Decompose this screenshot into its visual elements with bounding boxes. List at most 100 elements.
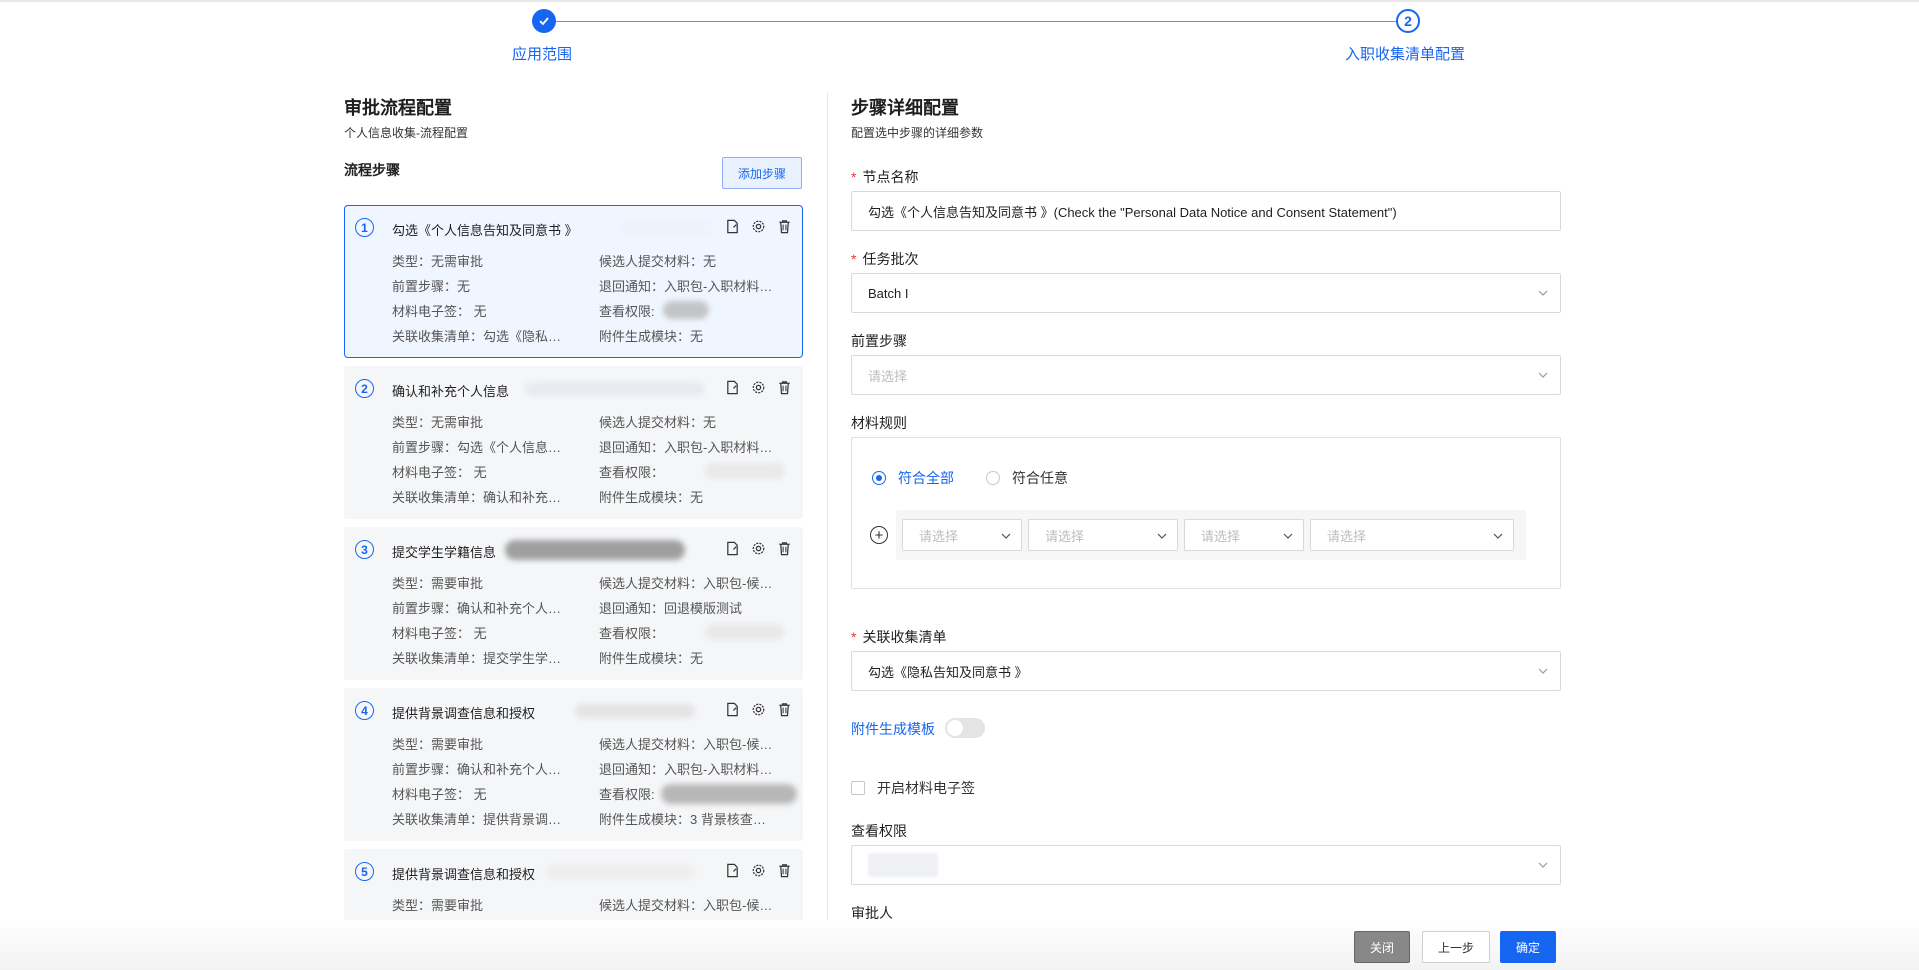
panel-divider xyxy=(827,92,828,922)
material-rules-box: 符合全部 符合任意 + 请选择 请选择 请选择 请选择 xyxy=(851,437,1561,589)
redacted-text xyxy=(545,865,695,879)
close-button[interactable]: 关闭 xyxy=(1354,931,1410,963)
linked-list-label: * 关联收集清单 xyxy=(851,629,947,645)
attachment-template-toggle[interactable] xyxy=(945,718,985,738)
chevron-down-icon xyxy=(1157,533,1167,539)
gear-icon[interactable] xyxy=(750,540,766,556)
chevron-down-icon xyxy=(1493,533,1503,539)
view-permission-label: 查看权限 xyxy=(851,823,907,839)
step-number: 5 xyxy=(355,862,374,881)
step-esign: 材料电子签： 无 xyxy=(392,626,487,641)
step-prerequisite: 前置步骤：勾选《个人信息… xyxy=(392,440,562,455)
approver-label: 审批人 xyxy=(851,905,893,920)
step-return-notice: 退回通知：回退模版测试 xyxy=(599,601,743,616)
step-attachment-module: 附件生成模块：无 xyxy=(599,651,704,666)
step-1-check-icon[interactable] xyxy=(532,9,556,33)
redacted-text xyxy=(525,382,705,396)
prerequisite-label: 前置步骤 xyxy=(851,333,907,349)
trash-icon[interactable] xyxy=(776,701,792,717)
step-candidate-material: 候选人提交材料：入职包-候… xyxy=(599,576,773,591)
step-2-number[interactable]: 2 xyxy=(1396,9,1420,33)
step-type: 类型：需要审批 xyxy=(392,576,484,591)
step-candidate-material: 候选人提交材料：入职包-候… xyxy=(599,737,773,752)
step-return-notice: 退回通知：入职包-入职材料… xyxy=(599,762,773,777)
previous-button[interactable]: 上一步 xyxy=(1422,931,1490,963)
step-number: 2 xyxy=(355,379,374,398)
step-card[interactable]: 5 提供背景调查信息和授权 类型：需要审批 候选人提交材料：入职包-候… xyxy=(344,849,803,920)
chevron-down-icon xyxy=(1283,533,1293,539)
step-number: 3 xyxy=(355,540,374,559)
step-prerequisite: 前置步骤：确认和补充个人… xyxy=(392,762,562,777)
step-type: 类型：需要审批 xyxy=(392,898,484,913)
gear-icon[interactable] xyxy=(750,701,766,717)
trash-icon[interactable] xyxy=(776,218,792,234)
redacted-text xyxy=(621,220,711,236)
step-prerequisite: 前置步骤：确认和补充个人… xyxy=(392,601,562,616)
add-rule-plus-icon[interactable]: + xyxy=(870,526,888,544)
radio-match-all[interactable]: 符合全部 xyxy=(872,468,954,488)
step-esign: 材料电子签： 无 xyxy=(392,304,487,319)
edit-icon[interactable] xyxy=(724,379,740,395)
step-card[interactable]: 4 提供背景调查信息和授权 类型：需要审批 候选人提交材料：入职包-候… 前置步… xyxy=(344,688,803,841)
step-tools xyxy=(724,379,792,395)
confirm-button[interactable]: 确定 xyxy=(1500,931,1556,963)
edit-icon[interactable] xyxy=(724,701,740,717)
step-detail-panel: 步骤详细配置 配置选中步骤的详细参数 * 节点名称 勾选《个人信息告知及同意书 》… xyxy=(851,90,1561,920)
step-linked-list: 关联收集清单：确认和补充… xyxy=(392,490,562,505)
linked-list-select[interactable]: 勾选《隐私告知及同意书 》 xyxy=(851,651,1561,691)
gear-icon[interactable] xyxy=(750,218,766,234)
chevron-down-icon xyxy=(1538,668,1548,674)
step-number: 1 xyxy=(355,218,374,237)
add-step-button[interactable]: 添加步骤 xyxy=(722,157,802,189)
step-return-notice: 退回通知：入职包-入职材料… xyxy=(599,440,773,455)
panel-subtitle: 个人信息收集-流程配置 xyxy=(344,126,468,140)
panel-title: 步骤详细配置 xyxy=(851,98,959,118)
step-linked-list: 关联收集清单：提交学生学… xyxy=(392,651,562,666)
trash-icon[interactable] xyxy=(776,540,792,556)
required-mark: * xyxy=(851,169,857,185)
radio-match-any[interactable]: 符合任意 xyxy=(986,468,1068,488)
step-candidate-material: 候选人提交材料：无 xyxy=(599,415,717,430)
step-card[interactable]: 3 提交学生学籍信息 类型：需要审批 候选人提交材料：入职包-候… 前置步骤：确… xyxy=(344,527,803,680)
trash-icon[interactable] xyxy=(776,862,792,878)
batch-select[interactable]: Batch I xyxy=(851,273,1561,313)
step-card[interactable]: 1 勾选《个人信息告知及同意书 》 类型：无需审批 候选人提交材料：无 前置步骤… xyxy=(344,205,803,358)
rule-select-2[interactable]: 请选择 xyxy=(1028,519,1178,551)
redacted-text xyxy=(575,704,695,718)
step-tools xyxy=(724,540,792,556)
step-esign: 材料电子签： 无 xyxy=(392,465,487,480)
redacted-text xyxy=(705,624,785,640)
node-name-input[interactable]: 勾选《个人信息告知及同意书 》(Check the "Personal Data… xyxy=(851,191,1561,231)
step-2-label[interactable]: 入职收集清单配置 xyxy=(1345,43,1465,64)
stepper: 应用范围 2 入职收集清单配置 xyxy=(0,0,1919,80)
panel-subtitle: 配置选中步骤的详细参数 xyxy=(851,126,984,140)
edit-icon[interactable] xyxy=(724,862,740,878)
gear-icon[interactable] xyxy=(750,379,766,395)
material-rules-label: 材料规则 xyxy=(851,415,907,431)
step-linked-list: 关联收集清单：勾选《隐私… xyxy=(392,329,562,344)
edit-icon[interactable] xyxy=(724,540,740,556)
rule-select-4[interactable]: 请选择 xyxy=(1310,519,1514,551)
view-permission-select[interactable] xyxy=(851,845,1561,885)
step-1-label[interactable]: 应用范围 xyxy=(512,43,572,64)
step-candidate-material: 候选人提交材料：无 xyxy=(599,254,717,269)
step-linked-list: 关联收集清单：提供背景调… xyxy=(392,812,562,827)
gear-icon[interactable] xyxy=(750,862,766,878)
step-type: 类型：无需审批 xyxy=(392,415,484,430)
rule-select-3[interactable]: 请选择 xyxy=(1184,519,1304,551)
rule-select-1[interactable]: 请选择 xyxy=(902,519,1022,551)
trash-icon[interactable] xyxy=(776,379,792,395)
redacted-text xyxy=(663,301,709,319)
step-attachment-module: 附件生成模块：3 背景核查… xyxy=(599,812,766,827)
step-card[interactable]: 2 确认和补充个人信息 类型：无需审批 候选人提交材料：无 前置步骤：勾选《个人… xyxy=(344,366,803,519)
prerequisite-select[interactable]: 请选择 xyxy=(851,355,1561,395)
redacted-text xyxy=(705,463,785,479)
step-esign: 材料电子签： 无 xyxy=(392,787,487,802)
esign-checkbox[interactable]: 开启材料电子签 xyxy=(851,778,975,798)
footer-bar xyxy=(0,920,1919,970)
edit-icon[interactable] xyxy=(724,218,740,234)
step-connector xyxy=(556,21,1398,22)
flow-steps-label: 流程步骤 xyxy=(344,162,400,178)
step-type: 类型：无需审批 xyxy=(392,254,484,269)
rule-row: 请选择 请选择 请选择 请选择 xyxy=(896,510,1526,560)
